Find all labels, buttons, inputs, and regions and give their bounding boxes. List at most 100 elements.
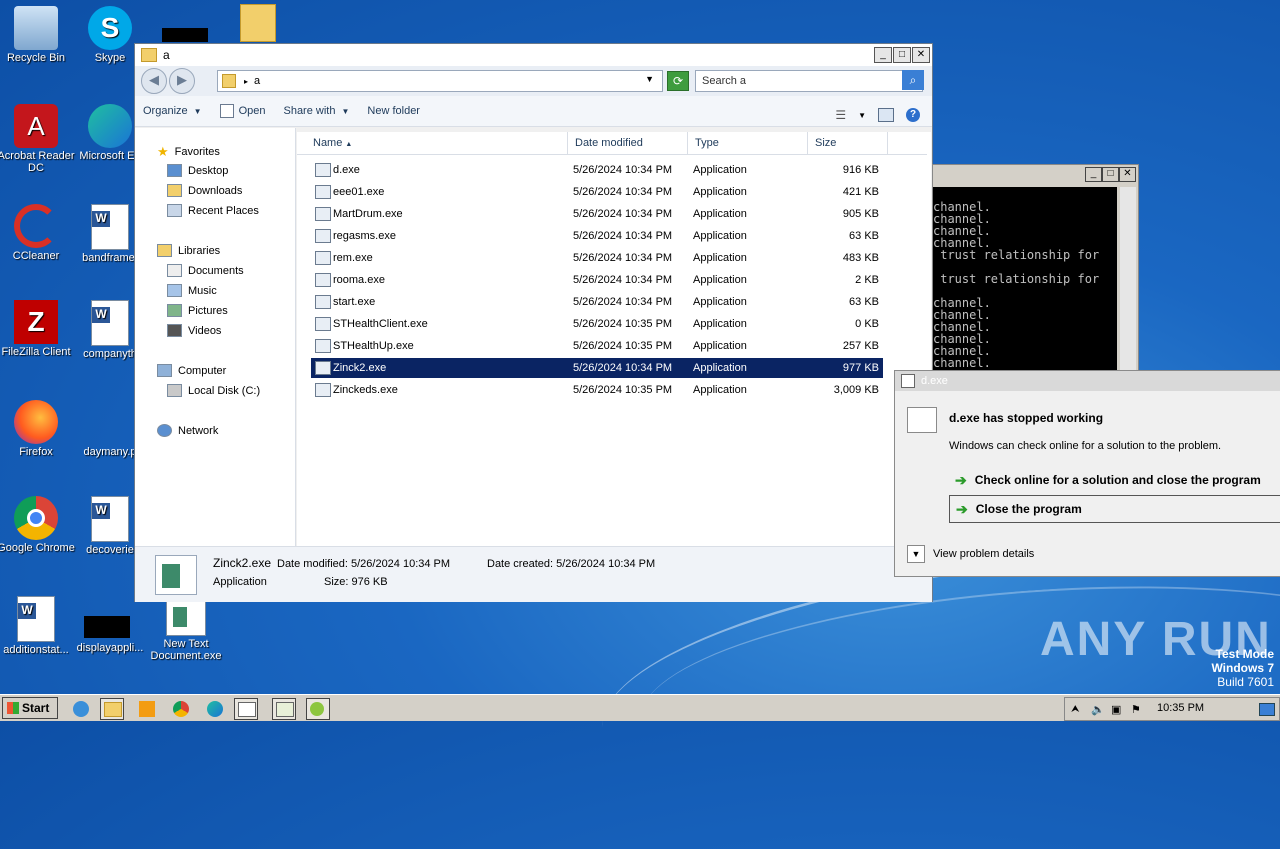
search-icon[interactable]: ⌕ (902, 70, 924, 90)
nav-label: Documents (188, 264, 244, 277)
check-online-button[interactable]: ➔ Check online for a solution and close t… (949, 467, 1280, 493)
application-icon (315, 339, 331, 353)
file-row[interactable]: STHealthUp.exe 5/26/2024 10:35 PM Applicat… (311, 336, 883, 356)
nav-downloads[interactable]: Downloads (167, 184, 242, 197)
file-row[interactable]: rem.exe 5/26/2024 10:34 PM Application 483 … (311, 248, 883, 268)
volume-icon[interactable]: 🔈 (1091, 703, 1105, 716)
column-name[interactable]: Name ▲ (307, 132, 568, 154)
new-folder-button[interactable]: New folder (367, 105, 420, 117)
file-row[interactable]: MartDrum.exe 5/26/2024 10:34 PM Applicatio… (311, 204, 883, 224)
vertical-scrollbar[interactable] (1120, 187, 1136, 371)
chevron-down-icon[interactable]: ▼ (858, 111, 866, 120)
file-row[interactable]: rooma.exe 5/26/2024 10:34 PM Application 2 … (311, 270, 883, 290)
search-input[interactable]: Search a ⌕ (695, 70, 924, 92)
start-label: Start (22, 701, 50, 715)
file-type: Application (693, 296, 747, 308)
nav-videos[interactable]: Videos (167, 324, 221, 337)
view-problem-details[interactable]: ▼ View problem details (907, 545, 1034, 563)
organize-label: Organize (143, 105, 188, 117)
desktop-icon-acrobat[interactable]: A Acrobat Reader DC (0, 104, 76, 174)
command-bar: Organize ▼ Open Share with ▼ New folder (135, 96, 932, 127)
file-row[interactable]: STHealthClient.exe 5/26/2024 10:35 PM Appl… (311, 314, 883, 334)
view-options-icon[interactable]: ☰ (835, 108, 846, 122)
address-bar[interactable]: ▸ a ▼ (217, 70, 663, 92)
application-taskbar-icon[interactable] (234, 698, 258, 720)
chevron-up-icon[interactable]: ⮝ (1071, 704, 1080, 715)
minimize-button[interactable]: _ (1085, 167, 1102, 182)
clock[interactable]: 10:35 PM (1157, 702, 1204, 714)
close-button[interactable]: ✕ (912, 47, 930, 63)
forward-button[interactable]: ▶ (169, 68, 195, 94)
error-report-taskbar-icon[interactable] (272, 698, 296, 720)
desktop-icon-displayappli[interactable]: displayappli... (70, 596, 150, 654)
flag-icon[interactable]: ⚑ (1131, 703, 1141, 716)
desktop-icon-additionstat[interactable]: W additionstat... (0, 596, 76, 656)
minimize-button[interactable]: _ (874, 47, 892, 63)
desktop-icon-folder[interactable] (218, 4, 298, 44)
file-row[interactable]: regasms.exe 5/26/2024 10:34 PM Application… (311, 226, 883, 246)
nav-label: Libraries (178, 244, 221, 257)
help-icon[interactable]: ? (906, 108, 920, 122)
file-row[interactable]: d.exe 5/26/2024 10:34 PM Application 916 KB (311, 160, 883, 180)
desktop-icon-firefox[interactable]: Firefox (0, 400, 76, 458)
nav-local-disk[interactable]: Local Disk (C:) (167, 384, 260, 397)
desktop-icon-recycle-bin[interactable]: Recycle Bin (0, 6, 76, 64)
show-desktop-icon[interactable] (1259, 703, 1275, 716)
windows-logo-icon (7, 702, 19, 714)
nav-libraries[interactable]: Libraries (157, 244, 220, 257)
file-name: rem.exe (333, 252, 373, 264)
disk-icon (167, 384, 182, 397)
folder-icon (240, 4, 276, 42)
explorer-window[interactable]: a _ □ ✕ ◀ ▶ ▸ a ▼ ⟳ Search a ⌕ Organize ▼… (134, 43, 933, 602)
start-button[interactable]: Start (2, 697, 58, 719)
column-date-modified[interactable]: Date modified (569, 132, 688, 154)
maximize-button[interactable]: □ (1102, 167, 1119, 182)
chrome-taskbar-icon[interactable] (170, 698, 194, 720)
ie-taskbar-icon[interactable] (70, 698, 94, 720)
desktop-icon-new-text-document[interactable]: New Text Document.exe (146, 600, 226, 662)
file-row[interactable]: Zinck2.exe 5/26/2024 10:34 PM Application 9… (311, 358, 883, 378)
file-row[interactable]: Zinckeds.exe 5/26/2024 10:35 PM Applicatio… (311, 380, 883, 400)
close-program-button[interactable]: ➔ Close the program (949, 495, 1280, 523)
file-row[interactable]: eee01.exe 5/26/2024 10:34 PM Application 42… (311, 182, 883, 202)
column-type[interactable]: Type (689, 132, 808, 154)
media-player-taskbar-icon[interactable] (136, 698, 160, 720)
refresh-button[interactable]: ⟳ (667, 71, 689, 91)
desktop-icon-label: Microsoft Ed (79, 150, 141, 162)
nav-network[interactable]: Network (157, 424, 218, 437)
nav-music[interactable]: Music (167, 284, 217, 297)
error-dialog[interactable]: d.exe d.exe has stopped working Windows … (894, 370, 1280, 577)
file-row[interactable]: start.exe 5/26/2024 10:34 PM Application 63… (311, 292, 883, 312)
nav-documents[interactable]: Documents (167, 264, 244, 277)
organize-button[interactable]: Organize ▼ (143, 105, 202, 117)
nav-desktop[interactable]: Desktop (167, 164, 228, 177)
window-title: a (163, 48, 170, 62)
nav-recent-places[interactable]: Recent Places (167, 204, 259, 217)
file-type: Application (693, 208, 747, 220)
file-size: 905 KB (842, 208, 879, 220)
nav-label: Music (188, 284, 217, 297)
open-button[interactable]: Open (219, 104, 265, 118)
desktop-icon-ccleaner[interactable]: CCleaner (0, 204, 76, 262)
nav-favorites[interactable]: ★ Favorites (157, 144, 220, 160)
explorer-titlebar[interactable]: a _ □ ✕ (135, 44, 932, 66)
nav-computer[interactable]: Computer (157, 364, 226, 377)
dialog-titlebar[interactable]: d.exe (895, 371, 1280, 391)
maximize-button[interactable]: □ (893, 47, 911, 63)
edge-taskbar-icon[interactable] (204, 698, 228, 720)
column-size[interactable]: Size (809, 132, 888, 154)
share-with-button[interactable]: Share with ▼ (283, 105, 349, 117)
console-window[interactable]: _ □ ✕ channel. channel. channel. channel… (932, 164, 1139, 385)
new-folder-label: New folder (367, 105, 420, 117)
chevron-down-icon[interactable]: ▼ (645, 74, 654, 84)
file-size: 421 KB (842, 186, 879, 198)
back-button[interactable]: ◀ (141, 68, 167, 94)
desktop-icon-chrome[interactable]: Google Chrome (0, 496, 76, 554)
preview-pane-icon[interactable] (878, 108, 894, 122)
desktop-icon-filezilla[interactable]: Z FileZilla Client (0, 300, 76, 358)
explorer-taskbar-icon[interactable] (100, 698, 124, 720)
network-icon[interactable]: ▣ (1111, 703, 1121, 716)
sthealthup-taskbar-icon[interactable] (306, 698, 330, 720)
close-button[interactable]: ✕ (1119, 167, 1136, 182)
nav-pictures[interactable]: Pictures (167, 304, 228, 317)
